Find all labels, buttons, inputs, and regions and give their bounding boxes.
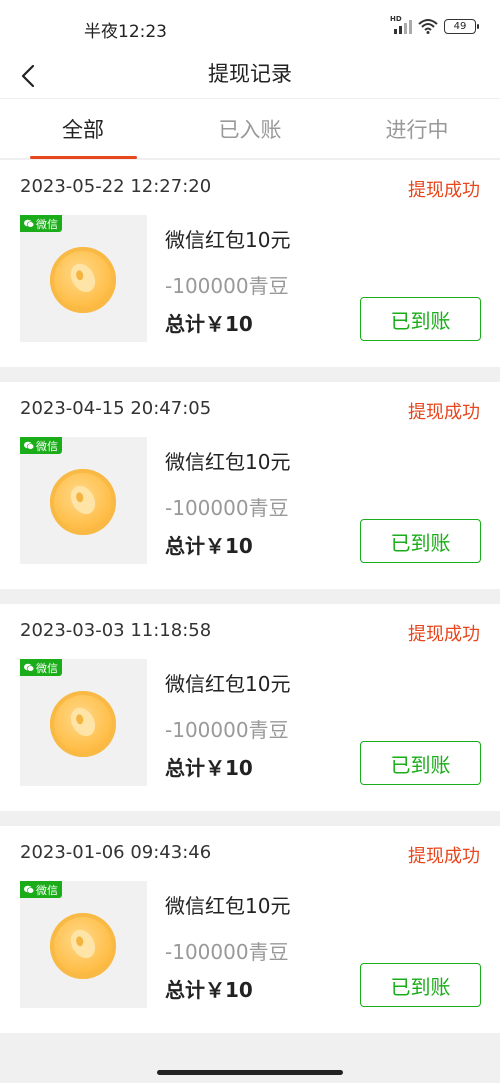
signal-icon: HD xyxy=(390,15,412,34)
record-status: 提现成功 xyxy=(408,180,480,201)
status-time: 半夜12:23 xyxy=(84,22,167,42)
reward-total: 总计￥10 xyxy=(165,756,253,780)
reward-name: 微信红包10元 xyxy=(165,228,291,252)
tab-received[interactable]: 已入账 xyxy=(167,99,333,159)
wechat-badge: 微信 xyxy=(20,881,62,898)
received-button[interactable]: 已到账 xyxy=(360,741,481,785)
wechat-badge-label: 微信 xyxy=(36,661,58,675)
record-date: 2023-03-03 11:18:58 xyxy=(20,620,212,641)
wechat-badge: 微信 xyxy=(20,659,62,676)
wechat-icon xyxy=(24,663,34,672)
reward-thumbnail: 微信 xyxy=(20,437,147,564)
status-bar: 半夜12:23 HD 49 xyxy=(0,0,500,56)
bean-coin-icon xyxy=(50,691,116,757)
wechat-badge-label: 微信 xyxy=(36,883,58,897)
record-date: 2023-05-22 12:27:20 xyxy=(20,176,212,197)
reward-total: 总计￥10 xyxy=(165,312,253,336)
record-card[interactable]: 2023-03-03 11:18:58 提现成功 微信 微信红包10元 -100… xyxy=(0,604,500,811)
reward-thumbnail: 微信 xyxy=(20,215,147,342)
reward-cost: -100000青豆 xyxy=(165,718,289,742)
record-status: 提现成功 xyxy=(408,624,480,645)
tab-bar: 全部 已入账 进行中 xyxy=(0,98,500,159)
wechat-badge: 微信 xyxy=(20,437,62,454)
tab-all[interactable]: 全部 xyxy=(0,99,166,159)
record-card[interactable]: 2023-05-22 12:27:20 提现成功 微信 微信红包10元 -100… xyxy=(0,160,500,367)
tab-in-progress[interactable]: 进行中 xyxy=(334,99,500,159)
reward-cost: -100000青豆 xyxy=(165,940,289,964)
bean-coin-icon xyxy=(50,247,116,313)
record-date: 2023-01-06 09:43:46 xyxy=(20,842,212,863)
wechat-badge-label: 微信 xyxy=(36,439,58,453)
battery-icon: 49 xyxy=(444,18,479,34)
reward-name: 微信红包10元 xyxy=(165,450,291,474)
wechat-icon xyxy=(24,441,34,450)
wifi-icon xyxy=(418,19,438,34)
record-card[interactable]: 2023-01-06 09:43:46 提现成功 微信 微信红包10元 -100… xyxy=(0,826,500,1033)
record-status: 提现成功 xyxy=(408,402,480,423)
reward-name: 微信红包10元 xyxy=(165,894,291,918)
received-button[interactable]: 已到账 xyxy=(360,963,481,1007)
record-status: 提现成功 xyxy=(408,846,480,867)
received-button[interactable]: 已到账 xyxy=(360,519,481,563)
bean-coin-icon xyxy=(50,913,116,979)
received-button[interactable]: 已到账 xyxy=(360,297,481,341)
hd-label: HD xyxy=(390,15,402,23)
active-tab-indicator xyxy=(30,156,137,159)
nav-bar: 提现记录 xyxy=(0,56,500,98)
wechat-icon xyxy=(24,219,34,228)
record-card[interactable]: 2023-04-15 20:47:05 提现成功 微信 微信红包10元 -100… xyxy=(0,382,500,589)
home-indicator[interactable] xyxy=(157,1070,343,1075)
bean-coin-icon xyxy=(50,469,116,535)
reward-cost: -100000青豆 xyxy=(165,496,289,520)
status-icons: HD 49 xyxy=(390,15,479,34)
record-list: 2023-05-22 12:27:20 提现成功 微信 微信红包10元 -100… xyxy=(0,160,500,1048)
reward-cost: -100000青豆 xyxy=(165,274,289,298)
reward-thumbnail: 微信 xyxy=(20,881,147,1008)
reward-total: 总计￥10 xyxy=(165,534,253,558)
wechat-icon xyxy=(24,885,34,894)
reward-thumbnail: 微信 xyxy=(20,659,147,786)
wechat-badge-label: 微信 xyxy=(36,217,58,231)
page-title: 提现记录 xyxy=(208,62,292,86)
record-date: 2023-04-15 20:47:05 xyxy=(20,398,212,419)
reward-name: 微信红包10元 xyxy=(165,672,291,696)
wechat-badge: 微信 xyxy=(20,215,62,232)
reward-total: 总计￥10 xyxy=(165,978,253,1002)
